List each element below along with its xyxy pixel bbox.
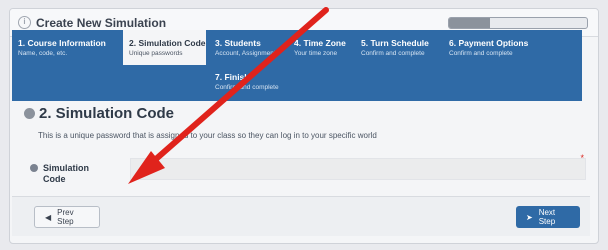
arrow-shaft <box>145 7 329 169</box>
annotation-arrow <box>128 7 329 184</box>
